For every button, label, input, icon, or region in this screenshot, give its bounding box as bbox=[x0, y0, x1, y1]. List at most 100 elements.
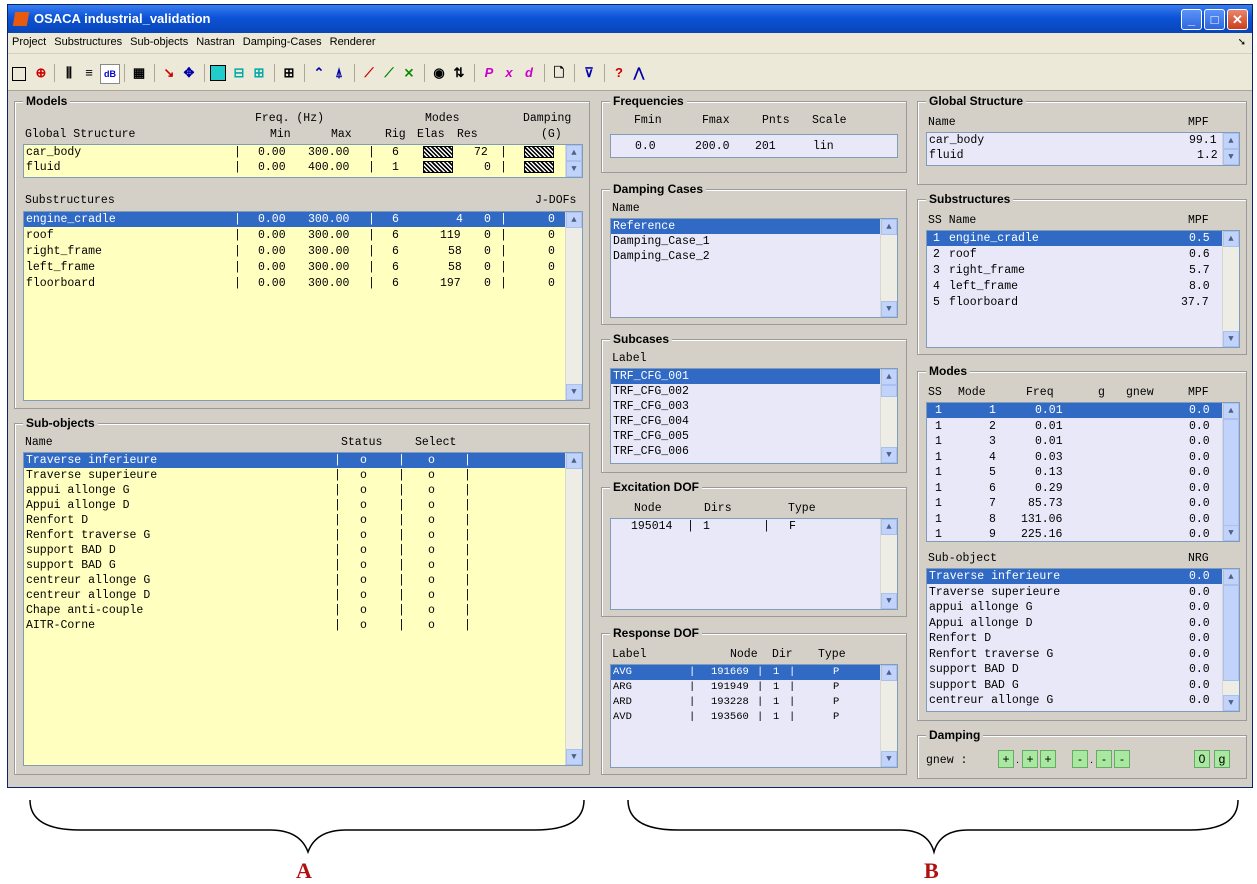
table-row[interactable]: 1 4 0.03 0.0 bbox=[927, 450, 1223, 465]
maximize-button[interactable]: □ bbox=[1204, 9, 1225, 30]
substructures-mpf-list[interactable]: 1 engine_cradle 0.5 2 roof 0.6 3 right_f… bbox=[926, 230, 1240, 348]
increase-small-button[interactable]: + bbox=[998, 750, 1014, 768]
modes-list[interactable]: 1 1 0.01 0.0 1 2 0.01 0.0 1 3 0.01 0.0 1… bbox=[926, 402, 1240, 542]
scroll-down-icon[interactable]: ▼ bbox=[1223, 525, 1239, 541]
table-row[interactable]: 1 9 225.16 0.0 bbox=[927, 527, 1223, 541]
substructures-list[interactable]: engine_cradle | 0.00 300.00 | 6 4 0 | 0 … bbox=[23, 211, 583, 401]
table-row[interactable]: AVG | 191669 | 1 | P bbox=[611, 665, 881, 680]
table-row[interactable]: 1 3 0.01 0.0 bbox=[927, 434, 1223, 449]
scroll-down-icon[interactable]: ▼ bbox=[566, 161, 582, 177]
nrg-list[interactable]: Traverse inferieure 0.0 Traverse superie… bbox=[926, 568, 1240, 712]
list-item[interactable]: Damping_Case_1 bbox=[611, 234, 881, 249]
table-row[interactable]: Renfort D | o | o | bbox=[24, 513, 568, 528]
list-item[interactable]: Damping_Case_2 bbox=[611, 249, 881, 264]
scroll-up-icon[interactable]: ▲ bbox=[881, 219, 897, 235]
menu-nastran[interactable]: Nastran bbox=[192, 33, 239, 51]
scroll-down-icon[interactable]: ▼ bbox=[1223, 695, 1239, 711]
list-item[interactable]: Reference bbox=[611, 219, 881, 234]
response-scrollbar[interactable]: ▲ ▼ bbox=[880, 665, 897, 767]
global-mpf-list[interactable]: car_body 99.1 fluid 1.2 ▲ ▼ bbox=[926, 132, 1240, 166]
table-row[interactable]: 1 8 131.06 0.0 bbox=[927, 512, 1223, 527]
scroll-down-icon[interactable]: ▼ bbox=[566, 384, 582, 400]
table-row[interactable]: 3 right_frame 5.7 bbox=[927, 263, 1223, 278]
decrease-large-button[interactable]: - bbox=[1114, 750, 1130, 768]
scroll-down-icon[interactable]: ▼ bbox=[566, 749, 582, 765]
table-row[interactable]: AVD | 193560 | 1 | P bbox=[611, 710, 881, 725]
table-row[interactable]: centreur allonge G | o | o | bbox=[24, 573, 568, 588]
table-row[interactable]: ARG | 191949 | 1 | P bbox=[611, 680, 881, 695]
menu-sub-objects[interactable]: Sub-objects bbox=[126, 33, 192, 51]
table-row[interactable]: 1 2 0.01 0.0 bbox=[927, 419, 1223, 434]
table-row[interactable]: support BAD D 0.0 bbox=[927, 662, 1223, 677]
table-row[interactable]: floorboard | 0.00 300.00 | 6 197 0 | 0 bbox=[24, 276, 568, 291]
scroll-up-icon[interactable]: ▲ bbox=[881, 519, 897, 535]
table-row[interactable]: engine_cradle | 0.00 300.00 | 6 4 0 | 0 bbox=[24, 212, 568, 227]
table-row[interactable]: left_frame | 0.00 300.00 | 6 58 0 | 0 bbox=[24, 260, 568, 275]
frequencies-field[interactable]: 0.0 200.0 201 lin bbox=[610, 134, 898, 158]
view-grid-icon[interactable]: ⊞ bbox=[280, 64, 298, 82]
scroll-down-icon[interactable]: ▼ bbox=[881, 751, 897, 767]
increase-large-button[interactable]: + bbox=[1040, 750, 1056, 768]
scroll-up-icon[interactable]: ▲ bbox=[1223, 133, 1239, 149]
decrease-medium-button[interactable]: - bbox=[1096, 750, 1112, 768]
d-icon[interactable]: d bbox=[520, 64, 538, 82]
reset-zero-button[interactable]: 0 bbox=[1194, 750, 1210, 768]
minimize-button[interactable]: _ bbox=[1181, 9, 1202, 30]
curve-red-icon[interactable]: ⟋ bbox=[360, 64, 378, 82]
damping-cases-scrollbar[interactable]: ▲ ▼ bbox=[880, 219, 897, 317]
table-row[interactable]: support BAD G | o | o | bbox=[24, 558, 568, 573]
scroll-up-icon[interactable]: ▲ bbox=[1223, 231, 1239, 247]
curve-green-icon[interactable]: ⟋ bbox=[380, 64, 398, 82]
subcases-scrollbar[interactable]: ▲ ▼ bbox=[880, 369, 897, 463]
scroll-thumb[interactable] bbox=[881, 385, 897, 397]
view-quad-icon[interactable]: ⊞ bbox=[250, 64, 268, 82]
g-button[interactable]: g bbox=[1214, 750, 1230, 768]
menu-renderer[interactable]: Renderer bbox=[326, 33, 380, 51]
table-row[interactable]: roof | 0.00 300.00 | 6 119 0 | 0 bbox=[24, 228, 568, 243]
lifebuoy-icon[interactable]: ⊕ bbox=[32, 64, 50, 82]
table-row[interactable]: ARD | 193228 | 1 | P bbox=[611, 695, 881, 710]
list-item[interactable]: fluid | 0.00 400.00 | 1 0 | bbox=[24, 160, 568, 175]
p-icon[interactable]: P bbox=[480, 64, 498, 82]
scroll-thumb[interactable] bbox=[1223, 419, 1239, 527]
filter-icon[interactable]: ⊽ bbox=[580, 64, 598, 82]
scroll-up-icon[interactable]: ▲ bbox=[1223, 403, 1239, 419]
table-row[interactable]: Appui allonge D | o | o | bbox=[24, 498, 568, 513]
curve-x-icon[interactable]: ⨯ bbox=[400, 64, 418, 82]
help-icon[interactable]: ? bbox=[610, 64, 628, 82]
sort-icon[interactable]: ⇅ bbox=[450, 64, 468, 82]
table-row[interactable]: Traverse superieure 0.0 bbox=[927, 585, 1223, 600]
nrg-scrollbar[interactable]: ▲ ▼ bbox=[1222, 569, 1239, 711]
scroll-down-icon[interactable]: ▼ bbox=[1223, 331, 1239, 347]
table-row[interactable]: centreur allonge G 0.0 bbox=[927, 693, 1223, 708]
list-item[interactable]: 195014 | 1 | F bbox=[611, 519, 881, 534]
table-row[interactable]: Traverse inferieure | o | o | bbox=[24, 453, 568, 468]
substructures-mpf-scrollbar[interactable]: ▲ ▼ bbox=[1222, 231, 1239, 347]
list-item[interactable]: TRF_CFG_001 bbox=[611, 369, 881, 384]
table-row[interactable]: 4 left_frame 8.0 bbox=[927, 279, 1223, 294]
table-row[interactable]: appui allonge G | o | o | bbox=[24, 483, 568, 498]
logo-icon[interactable]: ⋀ bbox=[630, 64, 648, 82]
table-row[interactable]: right_frame | 0.00 300.00 | 6 58 0 | 0 bbox=[24, 244, 568, 259]
list-item[interactable]: car_body 99.1 bbox=[927, 133, 1223, 148]
table-row[interactable]: 1 6 0.29 0.0 bbox=[927, 481, 1223, 496]
damping-cases-list[interactable]: Reference Damping_Case_1 Damping_Case_2 ▲ … bbox=[610, 218, 898, 318]
table-row[interactable]: 2 roof 0.6 bbox=[927, 247, 1223, 262]
excitation-scrollbar[interactable]: ▲ ▼ bbox=[880, 519, 897, 609]
list-item[interactable]: car_body | 0.00 300.00 | 6 72 | bbox=[24, 145, 568, 160]
scroll-up-icon[interactable]: ▲ bbox=[881, 369, 897, 385]
new-page-icon[interactable]: 🗋 bbox=[550, 64, 568, 82]
menu-project[interactable]: Project bbox=[8, 33, 50, 51]
list-item[interactable]: TRF_CFG_006 bbox=[611, 444, 881, 459]
global-structure-list[interactable]: car_body | 0.00 300.00 | 6 72 | fluid | … bbox=[23, 144, 583, 178]
table-row[interactable]: 1 7 85.73 0.0 bbox=[927, 496, 1223, 511]
list-item[interactable]: TRF_CFG_005 bbox=[611, 429, 881, 444]
subobjects-scrollbar[interactable]: ▲ ▼ bbox=[565, 453, 582, 765]
list-item[interactable]: TRF_CFG_004 bbox=[611, 414, 881, 429]
decrease-small-button[interactable]: - bbox=[1072, 750, 1088, 768]
scroll-down-icon[interactable]: ▼ bbox=[881, 301, 897, 317]
rows-icon[interactable]: ≡ bbox=[80, 64, 98, 82]
response-list[interactable]: AVG | 191669 | 1 | P ARG | 191949 | 1 | … bbox=[610, 664, 898, 768]
list-item[interactable]: TRF_CFG_002 bbox=[611, 384, 881, 399]
menu-substructures[interactable]: Substructures bbox=[50, 33, 126, 51]
